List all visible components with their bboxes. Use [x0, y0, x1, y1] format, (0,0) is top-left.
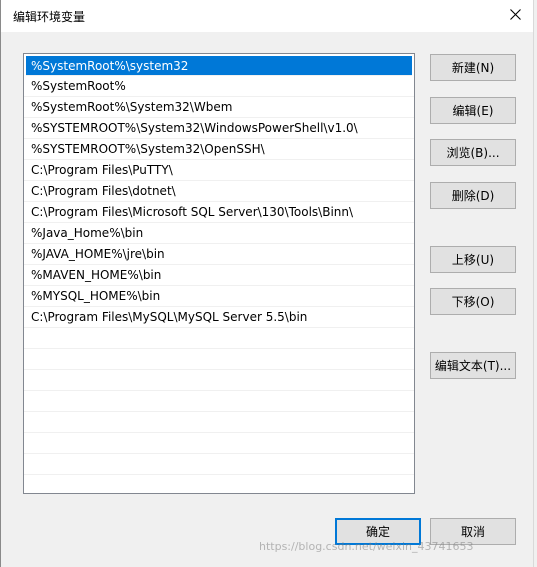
background-window-edge	[533, 0, 537, 567]
move-down-button[interactable]: 下移(O)	[430, 288, 516, 315]
empty-list-row[interactable]	[24, 412, 414, 433]
list-item[interactable]: %SYSTEMROOT%\System32\OpenSSH\	[24, 139, 414, 160]
dialog-title: 编辑环境变量	[13, 10, 86, 24]
new-button[interactable]: 新建(N)	[430, 54, 516, 81]
list-item[interactable]: %SYSTEMROOT%\System32\WindowsPowerShell\…	[24, 118, 414, 139]
edit-env-variable-dialog: 编辑环境变量 %SystemRoot%\system32 %SystemRoot%…	[0, 0, 534, 567]
edit-text-button[interactable]: 编辑文本(T)...	[430, 352, 516, 379]
empty-list-row[interactable]	[24, 475, 414, 493]
watermark: https://blog.csdn.net/weixin_43741653	[259, 540, 474, 553]
empty-list-row[interactable]	[24, 454, 414, 475]
close-button[interactable]	[496, 0, 534, 32]
list-item[interactable]: %SystemRoot%\System32\Wbem	[24, 97, 414, 118]
move-up-button[interactable]: 上移(U)	[430, 246, 516, 273]
empty-list-row[interactable]	[24, 328, 414, 349]
delete-button[interactable]: 删除(D)	[430, 182, 516, 209]
list-item[interactable]: C:\Program Files\MySQL\MySQL Server 5.5\…	[24, 307, 414, 328]
list-item[interactable]: %MAVEN_HOME%\bin	[24, 265, 414, 286]
path-list[interactable]: %SystemRoot%\system32 %SystemRoot% %System…	[23, 53, 415, 494]
empty-list-row[interactable]	[24, 370, 414, 391]
empty-list-row[interactable]	[24, 349, 414, 370]
empty-list-row[interactable]	[24, 433, 414, 454]
empty-list-row[interactable]	[24, 391, 414, 412]
browse-button[interactable]: 浏览(B)...	[430, 139, 516, 166]
list-item[interactable]: C:\Program Files\Microsoft SQL Server\13…	[24, 202, 414, 223]
list-item[interactable]: C:\Program Files\PuTTY\	[24, 160, 414, 181]
list-item[interactable]: %SystemRoot%\system32	[26, 56, 412, 76]
list-item[interactable]: C:\Program Files\dotnet\	[24, 181, 414, 202]
list-item[interactable]: %SystemRoot%	[24, 76, 414, 97]
list-item[interactable]: %MYSQL_HOME%\bin	[24, 286, 414, 307]
title-bar[interactable]: 编辑环境变量	[1, 0, 534, 32]
list-item[interactable]: %JAVA_HOME%\jre\bin	[24, 244, 414, 265]
close-icon	[509, 9, 521, 23]
list-item[interactable]: %Java_Home%\bin	[24, 223, 414, 244]
edit-button[interactable]: 编辑(E)	[430, 97, 516, 124]
